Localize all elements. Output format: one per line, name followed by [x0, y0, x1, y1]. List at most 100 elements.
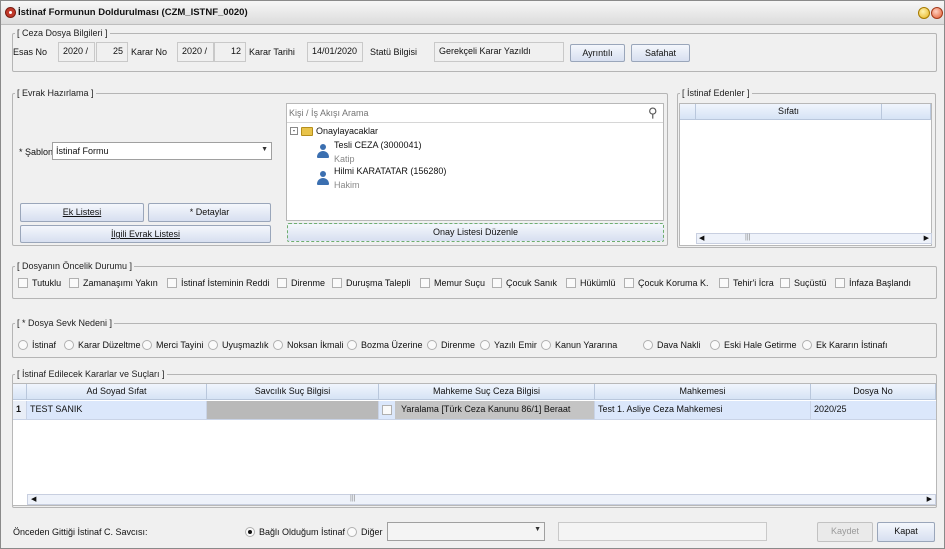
person-icon: [317, 144, 329, 158]
tree-collapse-icon[interactable]: -: [290, 127, 298, 135]
safahat-button[interactable]: Safahat: [631, 44, 690, 62]
sevk-label: İstinaf: [32, 340, 57, 350]
sevk-radio[interactable]: [64, 340, 74, 350]
onay-listesi-duzenle-button[interactable]: Onay Listesi Düzenle: [287, 223, 664, 242]
scroll-right-icon[interactable]: ▶: [924, 234, 929, 242]
main-window: İstinaf Formunun Doldurulması (CZM_ISTNF…: [0, 0, 945, 549]
sablon-label: * Şablon: [19, 147, 54, 157]
sevk-radio[interactable]: [273, 340, 283, 350]
esas-year-field: 2020 /: [58, 42, 95, 62]
statu-field: Gerekçeli Karar Yazıldı: [434, 42, 564, 62]
oncelik-label: Suçüstü: [794, 278, 827, 288]
sevk-radio[interactable]: [541, 340, 551, 350]
col-dosya-no[interactable]: Dosya No: [811, 384, 936, 400]
person-name[interactable]: Tesli CEZA (3000041): [334, 140, 422, 150]
oncelik-label: Tehir'i İcra: [733, 278, 774, 288]
karar-tarihi-field: 14/01/2020: [307, 42, 363, 62]
scroll-left-icon[interactable]: ◀: [31, 495, 36, 503]
sevk-radio[interactable]: [802, 340, 812, 350]
esas-no-label: Esas No: [13, 47, 48, 57]
sevk-label: Ek Kararın İstinafı: [816, 340, 888, 350]
sevk-legend: [ * Dosya Sevk Nedeni ]: [17, 318, 113, 328]
scroll-grip: |||: [745, 234, 751, 241]
sevk-radio[interactable]: [208, 340, 218, 350]
ceza-legend: [ Ceza Dosya Bilgileri ]: [17, 28, 108, 38]
oncelik-checkbox[interactable]: [492, 278, 502, 288]
scroll-right-icon[interactable]: ▶: [927, 495, 932, 503]
sevk-radio[interactable]: [347, 340, 357, 350]
col-ad-soyad[interactable]: Ad Soyad Sıfat: [27, 384, 207, 400]
ek-listesi-button[interactable]: Ek Listesi: [20, 203, 144, 222]
onay-tree-panel: ⚲ - Onaylayacaklar Tesli CEZA (3000041) …: [286, 103, 664, 221]
scroll-left-icon[interactable]: ◀: [699, 234, 704, 242]
oncelik-checkbox[interactable]: [835, 278, 845, 288]
oncelik-checkbox[interactable]: [69, 278, 79, 288]
person-name[interactable]: Hilmi KARATATAR (156280): [334, 166, 446, 176]
diger-select[interactable]: [387, 522, 545, 541]
oncelik-label: Zamanaşımı Yakın: [83, 278, 158, 288]
savci-label: Önceden Gittiği İstinaf C. Savcısı:: [13, 527, 148, 537]
diger-text-field[interactable]: [558, 522, 767, 541]
oncelik-checkbox[interactable]: [780, 278, 790, 288]
horizontal-scrollbar[interactable]: ◀ ||| ▶: [696, 233, 932, 244]
sevk-label: Bozma Üzerine: [361, 340, 423, 350]
sevk-label: Direnme: [441, 340, 476, 350]
esas-no-field: 25: [96, 42, 128, 62]
istinaf-edenler-legend: [ İstinaf Edenler ]: [682, 88, 750, 98]
sevk-label: Merci Tayini: [156, 340, 204, 350]
sevk-radio[interactable]: [643, 340, 653, 350]
person-role: Hakim: [334, 180, 360, 190]
sevk-radio[interactable]: [710, 340, 720, 350]
oncelik-checkbox[interactable]: [277, 278, 287, 288]
sevk-radio[interactable]: [427, 340, 437, 350]
window-title: İstinaf Formunun Doldurulması (CZM_ISTNF…: [18, 7, 248, 18]
oncelik-checkbox[interactable]: [18, 278, 28, 288]
grid-corner: [680, 104, 696, 120]
statu-label: Statü Bilgisi: [370, 47, 418, 57]
oncelik-checkbox[interactable]: [167, 278, 177, 288]
ilgili-evrak-label: İlgili Evrak Listesi: [110, 229, 181, 239]
col-sifati[interactable]: Sıfatı: [696, 104, 882, 120]
search-icon[interactable]: ⚲: [648, 105, 658, 121]
table-row[interactable]: 1 TEST SANIK Yaralama [Türk Ceza Kanunu …: [13, 401, 936, 420]
bagli-radio[interactable]: [245, 527, 255, 537]
col-mahkeme-suc[interactable]: Mahkeme Suç Ceza Bilgisi: [379, 384, 595, 400]
cell-mahkeme-suc: Yaralama [Türk Ceza Kanunu 86/1] Beraat: [395, 401, 595, 419]
oncelik-checkbox[interactable]: [624, 278, 634, 288]
oncelik-label: Çocuk Sanık: [506, 278, 558, 288]
oncelik-label: Direnme: [291, 278, 326, 288]
karar-tarihi-label: Karar Tarihi: [249, 47, 295, 57]
cell-savcilik: [207, 401, 379, 419]
sevk-radio[interactable]: [18, 340, 28, 350]
sevk-radio[interactable]: [142, 340, 152, 350]
close-icon[interactable]: [931, 7, 943, 19]
oncelik-label: Duruşma Talepli: [346, 278, 411, 288]
oncelik-checkbox[interactable]: [420, 278, 430, 288]
sevk-label: Dava Nakli: [657, 340, 701, 350]
sevk-label: Uyuşmazlık: [222, 340, 269, 350]
minimize-icon[interactable]: [918, 7, 930, 19]
ayrintili-button[interactable]: Ayrıntılı: [570, 44, 625, 62]
horizontal-scrollbar[interactable]: ◀ ||| ▶: [27, 494, 936, 505]
detaylar-button[interactable]: * Detaylar: [148, 203, 271, 222]
sablon-select[interactable]: İstinaf Formu: [52, 142, 272, 160]
col-mahkemesi[interactable]: Mahkemesi: [595, 384, 811, 400]
sevk-label: Noksan İkmali: [287, 340, 344, 350]
oncelik-checkbox[interactable]: [332, 278, 342, 288]
sevk-label: Eski Hale Getirme: [724, 340, 797, 350]
cell-dosya-no: 2020/25: [814, 404, 847, 414]
kisi-arama-input[interactable]: [287, 104, 663, 123]
cell-checkbox[interactable]: [382, 405, 392, 415]
grid-corner: [13, 384, 27, 400]
kaydet-button[interactable]: Kaydet: [817, 522, 873, 542]
sevk-radio[interactable]: [480, 340, 490, 350]
oncelik-label: Çocuk Koruma K.: [638, 278, 709, 288]
oncelik-checkbox[interactable]: [566, 278, 576, 288]
oncelik-checkbox[interactable]: [719, 278, 729, 288]
ilgili-evrak-listesi-button[interactable]: İlgili Evrak Listesi: [20, 225, 271, 243]
kapat-button[interactable]: Kapat: [877, 522, 935, 542]
kararlar-grid: Ad Soyad Sıfat Savcılık Suç Bilgisi Mahk…: [12, 383, 937, 506]
diger-radio[interactable]: [347, 527, 357, 537]
col-savcilik[interactable]: Savcılık Suç Bilgisi: [207, 384, 379, 400]
diger-label: Diğer: [361, 527, 383, 537]
